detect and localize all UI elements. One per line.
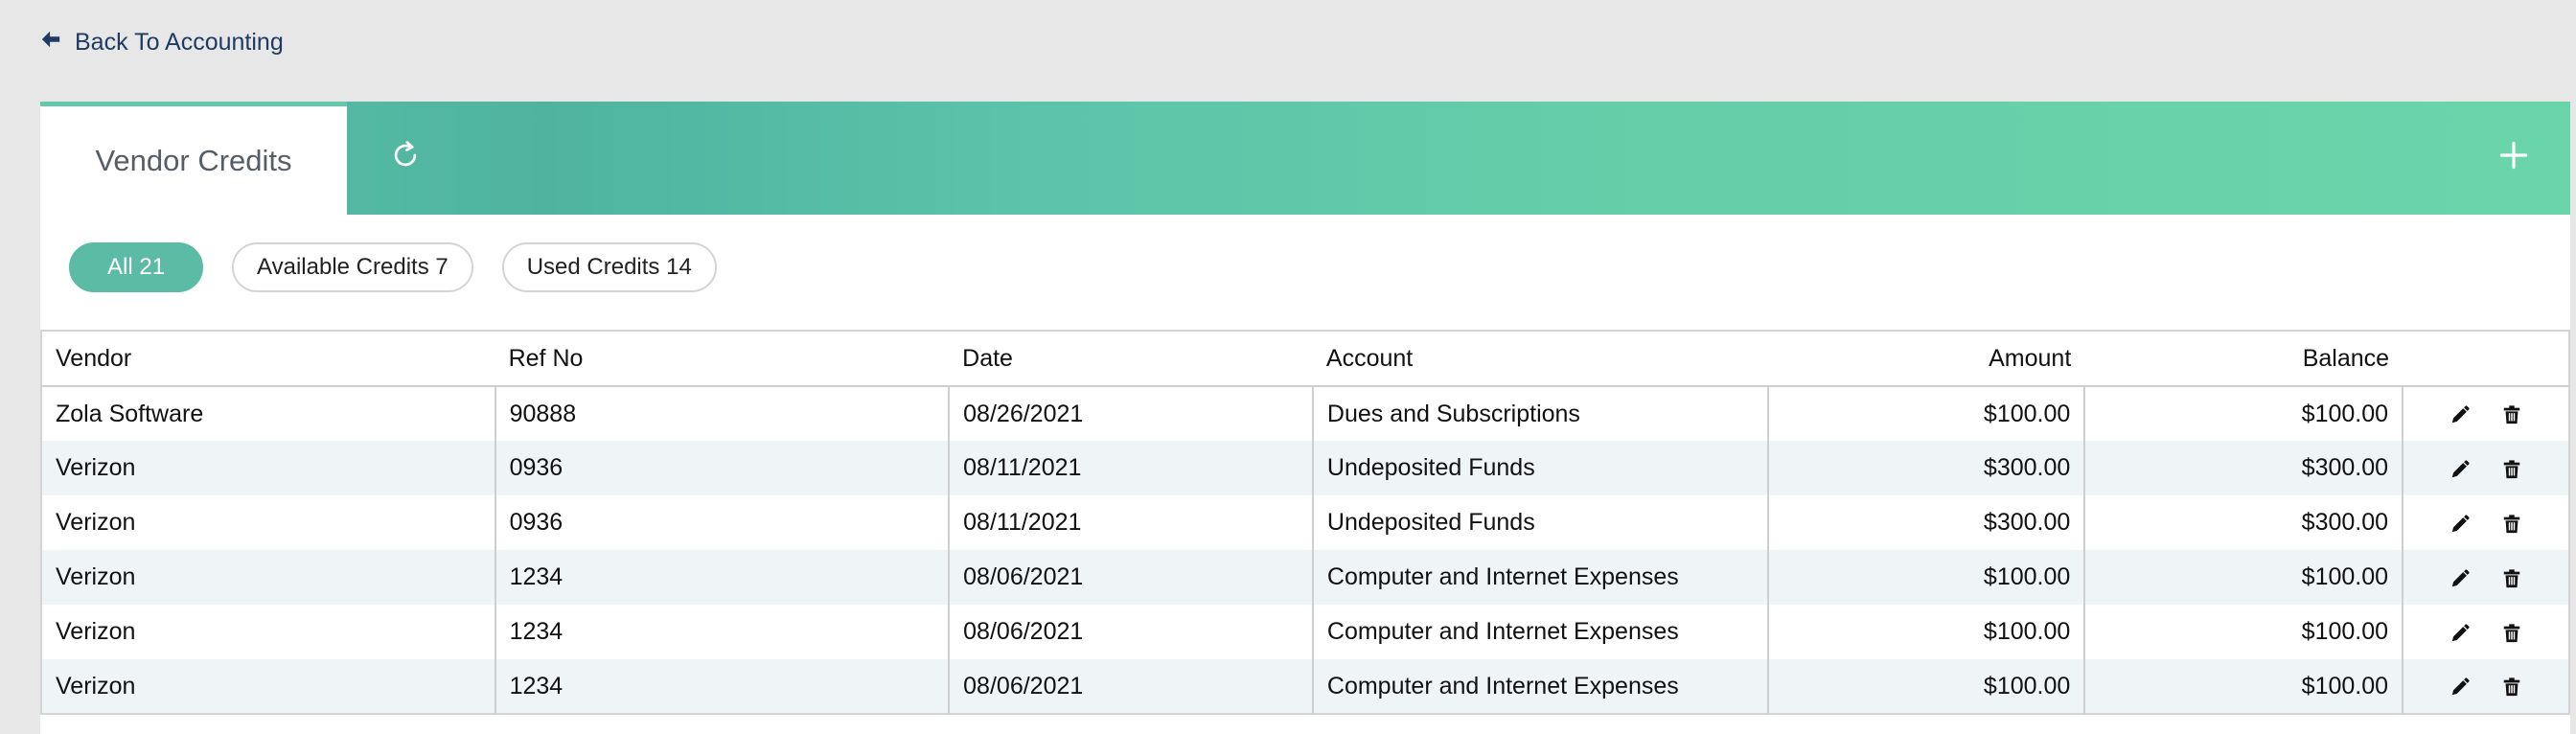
vendor-cell: Verizon [41, 495, 495, 550]
tab-label: Vendor Credits [95, 143, 292, 177]
filter-used-label: Used Credits 14 [526, 254, 692, 280]
trash-icon [2501, 677, 2522, 698]
edit-button[interactable] [2442, 401, 2478, 428]
trash-icon [2501, 568, 2522, 589]
date-cell: 08/06/2021 [948, 605, 1313, 659]
pencil-icon [2450, 404, 2471, 425]
balance-cell: $300.00 [2083, 495, 2404, 550]
filter-available-credits[interactable]: Available Credits 7 [232, 242, 473, 292]
balance-cell: $100.00 [2083, 605, 2404, 659]
trash-icon [2501, 514, 2522, 535]
pencil-icon [2450, 677, 2471, 698]
vendor-credits-panel: Vendor Credits All 21 Available Credits … [40, 102, 2570, 734]
actions-cell [2402, 659, 2569, 714]
add-vendor-credit-button[interactable] [2492, 135, 2536, 179]
account-cell: Computer and Internet Expenses [1311, 550, 1768, 605]
pencil-icon [2450, 568, 2471, 589]
table-row[interactable]: Verizon 1234 08/06/2021 Computer and Intern… [41, 605, 2569, 659]
edit-button[interactable] [2442, 673, 2478, 700]
ref-no-cell: 1234 [494, 605, 950, 659]
filter-available-label: Available Credits 7 [257, 254, 448, 280]
ref-no-cell: 0936 [494, 495, 950, 550]
trash-icon [2501, 623, 2522, 644]
date-cell: 08/06/2021 [948, 550, 1313, 605]
vendor-cell: Verizon [41, 550, 495, 605]
delete-button[interactable] [2494, 454, 2530, 482]
delete-button[interactable] [2494, 401, 2530, 428]
back-to-accounting-link[interactable]: Back To Accounting [40, 29, 284, 57]
delete-button[interactable] [2494, 509, 2530, 537]
edit-button[interactable] [2442, 454, 2478, 482]
delete-button[interactable] [2494, 563, 2530, 591]
table-row[interactable]: Verizon 1234 08/06/2021 Computer and Intern… [41, 659, 2569, 714]
account-cell: Dues and Subscriptions [1311, 386, 1768, 441]
pencil-icon [2450, 623, 2471, 644]
amount-cell: $300.00 [1766, 495, 2085, 550]
vendor-credits-table: Vendor Ref No Date Account Amount Balanc… [40, 330, 2570, 715]
vendor-cell: Zola Software [41, 386, 495, 441]
date-cell: 08/06/2021 [948, 659, 1313, 714]
filter-used-credits[interactable]: Used Credits 14 [501, 242, 717, 292]
date-cell: 08/26/2021 [948, 386, 1313, 441]
table-row[interactable]: Zola Software 90888 08/26/2021 Dues and Sub… [41, 386, 2569, 441]
arrow-left-icon [40, 29, 61, 57]
amount-cell: $100.00 [1766, 550, 2085, 605]
ref-no-cell: 0936 [494, 441, 950, 495]
amount-cell: $100.00 [1766, 605, 2085, 659]
col-date[interactable]: Date [949, 331, 1313, 387]
tab-vendor-credits[interactable]: Vendor Credits [40, 102, 347, 215]
date-cell: 08/11/2021 [948, 441, 1313, 495]
table-row[interactable]: Verizon 1234 08/06/2021 Computer and Intern… [41, 550, 2569, 605]
account-cell: Undeposited Funds [1311, 441, 1768, 495]
delete-button[interactable] [2494, 673, 2530, 700]
refresh-icon [388, 138, 423, 177]
plus-icon [2496, 138, 2531, 177]
table-row[interactable]: Verizon 0936 08/11/2021 Undeposited Funds $3… [41, 441, 2569, 495]
actions-cell [2402, 441, 2569, 495]
balance-cell: $300.00 [2083, 441, 2404, 495]
amount-cell: $300.00 [1766, 441, 2085, 495]
table-row[interactable]: Verizon 0936 08/11/2021 Undeposited Funds $3… [41, 495, 2569, 550]
actions-cell [2402, 605, 2569, 659]
actions-cell [2402, 386, 2569, 441]
pencil-icon [2450, 459, 2471, 480]
account-cell: Undeposited Funds [1311, 495, 1768, 550]
refresh-button[interactable] [383, 135, 427, 179]
edit-button[interactable] [2442, 563, 2478, 591]
delete-button[interactable] [2494, 618, 2530, 646]
vendor-cell: Verizon [41, 441, 495, 495]
table-header-row: Vendor Ref No Date Account Amount Balanc… [41, 331, 2569, 387]
trash-icon [2501, 404, 2522, 425]
balance-cell: $100.00 [2083, 386, 2404, 441]
ref-no-cell: 90888 [494, 386, 950, 441]
amount-cell: $100.00 [1766, 659, 2085, 714]
col-balance[interactable]: Balance [2084, 331, 2404, 387]
filter-pills: All 21 Available Credits 7 Used Credits … [69, 242, 717, 292]
account-cell: Computer and Internet Expenses [1311, 659, 1768, 714]
col-account[interactable]: Account [1312, 331, 1768, 387]
ref-no-cell: 1234 [494, 659, 950, 714]
vendor-cell: Verizon [41, 659, 495, 714]
edit-button[interactable] [2442, 509, 2478, 537]
col-amount[interactable]: Amount [1767, 331, 2085, 387]
col-actions [2403, 331, 2569, 387]
balance-cell: $100.00 [2083, 550, 2404, 605]
col-ref-no[interactable]: Ref No [494, 331, 950, 387]
vendor-cell: Verizon [41, 605, 495, 659]
balance-cell: $100.00 [2083, 659, 2404, 714]
filter-all[interactable]: All 21 [69, 242, 204, 292]
date-cell: 08/11/2021 [948, 495, 1313, 550]
ref-no-cell: 1234 [494, 550, 950, 605]
actions-cell [2402, 495, 2569, 550]
col-vendor[interactable]: Vendor [41, 331, 495, 387]
trash-icon [2501, 459, 2522, 480]
account-cell: Computer and Internet Expenses [1311, 605, 1768, 659]
filter-all-label: All 21 [107, 254, 166, 280]
back-link-label: Back To Accounting [75, 29, 284, 56]
amount-cell: $100.00 [1766, 386, 2085, 441]
pencil-icon [2450, 514, 2471, 535]
actions-cell [2402, 550, 2569, 605]
edit-button[interactable] [2442, 618, 2478, 646]
